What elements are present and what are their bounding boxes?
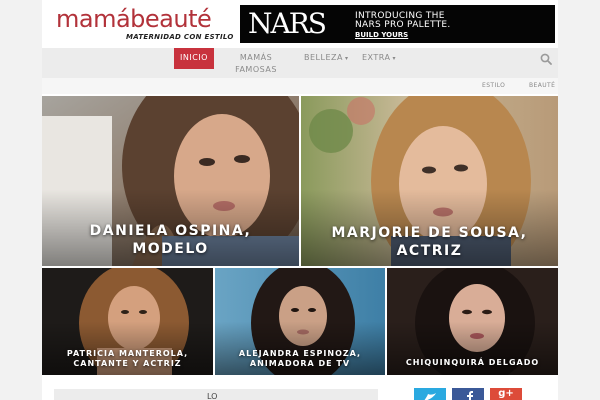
ad-cta-link[interactable]: BUILD YOURS — [355, 31, 408, 39]
featured-tile-patricia-manterola[interactable]: PATRICIA MANTEROLA, CANTANTE Y ACTRIZ — [42, 268, 213, 375]
main-nav: INICIO MAMÁS FAMOSAS BELLEZA ▾ EXTRA ▾ — [42, 48, 558, 78]
featured-tile-daniela-ospina[interactable]: DANIELA OSPINA, MODELO — [42, 96, 299, 266]
featured-tile-marjorie-de-sousa[interactable]: MARJORIE DE SOUSA, ACTRIZ — [301, 96, 558, 266]
nav-item-mamas-famosas[interactable]: MAMÁS FAMOSAS — [234, 52, 278, 76]
twitter-icon[interactable] — [414, 388, 446, 400]
featured-tile-chiquinquira-delgado[interactable]: CHIQUINQUIRÁ DELGADO — [387, 268, 558, 375]
featured-title: PATRICIA MANTEROLA, CANTANTE Y ACTRIZ — [42, 349, 213, 369]
featured-title-line2: ACTRIZ — [396, 243, 463, 259]
featured-title-line2: CANTANTE Y ACTRIZ — [73, 359, 182, 368]
featured-title: ALEJANDRA ESPINOZA, ANIMADORA DE TV — [215, 349, 385, 369]
nav-item-label: INICIO — [180, 53, 208, 62]
featured-tile-alejandra-espinoza[interactable]: ALEJANDRA ESPINOZA, ANIMADORA DE TV — [215, 268, 385, 375]
featured-title-line1: MARJORIE DE SOUSA, — [331, 225, 528, 241]
sub-nav: ESTILO BEAUTÉ — [42, 78, 558, 94]
facebook-icon[interactable] — [452, 388, 484, 400]
featured-title-line1: PATRICIA MANTEROLA, — [66, 349, 189, 358]
nav-item-label: BELLEZA — [304, 53, 343, 62]
subnav-item-beaute[interactable]: BEAUTÉ — [529, 82, 555, 89]
logo-wordmark: mamábeauté — [56, 6, 222, 32]
search-icon[interactable] — [540, 53, 552, 65]
featured-title-line1: DANIELA OSPINA, — [89, 223, 252, 239]
featured-title-line2: ANIMADORA DE TV — [249, 359, 351, 368]
logo-tagline: MATERNIDAD CON ESTILO — [126, 33, 234, 41]
featured-title: CHIQUINQUIRÁ DELGADO — [387, 358, 558, 368]
featured-title-line2: MODELO — [132, 241, 209, 257]
ad-brand-logo: NARS — [248, 7, 327, 40]
nav-item-inicio[interactable]: INICIO — [174, 48, 214, 69]
site-container: mamábeauté MATERNIDAD CON ESTILO NARS IN… — [42, 0, 558, 400]
nav-item-label: EXTRA — [362, 53, 391, 62]
site-header: mamábeauté MATERNIDAD CON ESTILO NARS IN… — [42, 0, 558, 48]
nav-item-label-line2: FAMOSAS — [235, 65, 277, 74]
logo-mama: mamá — [56, 5, 131, 33]
featured-title-line1: ALEJANDRA ESPINOZA, — [238, 349, 362, 358]
page: mamábeauté MATERNIDAD CON ESTILO NARS IN… — [0, 0, 600, 400]
chevron-down-icon: ▾ — [344, 55, 349, 62]
nav-item-extra[interactable]: EXTRA ▾ — [362, 52, 396, 65]
google-plus-icon[interactable]: g+ — [490, 388, 522, 400]
ad-headline-2: NARS PRO PALETTE. — [355, 20, 451, 30]
chevron-down-icon: ▾ — [392, 55, 397, 62]
banner-ad[interactable]: NARS INTRODUCING THE NARS PRO PALETTE. B… — [240, 5, 555, 43]
featured-title: DANIELA OSPINA, MODELO — [42, 222, 299, 258]
subnav-item-estilo[interactable]: ESTILO — [482, 82, 505, 89]
featured-title: MARJORIE DE SOUSA, ACTRIZ — [301, 224, 558, 260]
site-logo[interactable]: mamábeauté MATERNIDAD CON ESTILO — [56, 6, 233, 46]
nav-item-belleza[interactable]: BELLEZA ▾ — [304, 52, 348, 65]
nav-item-label: MAMÁS — [239, 53, 273, 62]
featured-title-line1: CHIQUINQUIRÁ DELGADO — [405, 358, 540, 367]
logo-beaute: beauté — [130, 5, 212, 33]
section-header-text: LO — [207, 392, 218, 400]
google-plus-label: g+ — [498, 388, 514, 399]
